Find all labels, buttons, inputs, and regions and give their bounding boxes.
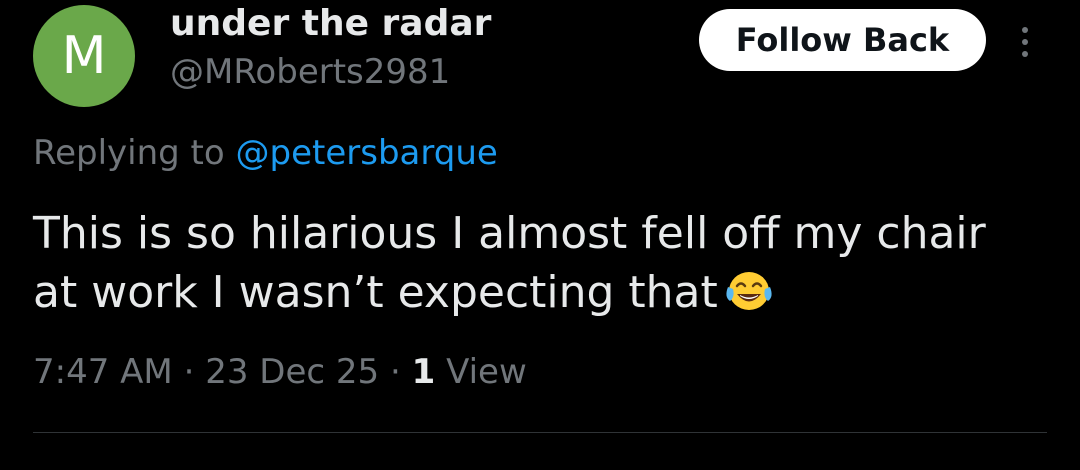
tweet-detail: M under the radar @MRoberts2981 Follow B…: [0, 0, 1080, 470]
tweet-time[interactable]: 7:47 AM: [33, 352, 173, 392]
avatar[interactable]: M: [33, 5, 135, 107]
display-name[interactable]: under the radar: [170, 3, 491, 44]
face-with-tears-of-joy-icon: [726, 272, 772, 310]
tweet-body: This is so hilarious I almost fell off m…: [33, 204, 1043, 322]
follow-back-button[interactable]: Follow Back: [699, 9, 986, 71]
replying-to-label: Replying to: [33, 133, 225, 173]
more-dot: [1022, 39, 1028, 45]
tweet-meta: 7:47 AM · 23 Dec 25 · 1 View: [33, 352, 527, 392]
tweet-date[interactable]: 23 Dec 25: [205, 352, 379, 392]
divider: [33, 432, 1047, 433]
more-dot: [1022, 51, 1028, 57]
user-handle[interactable]: @MRoberts2981: [170, 52, 450, 92]
replying-to: Replying to @petersbarque: [33, 133, 498, 173]
tweet-text: This is so hilarious I almost fell off m…: [33, 208, 986, 318]
more-vertical-icon[interactable]: [1010, 20, 1040, 64]
view-count: 1: [411, 352, 436, 392]
meta-separator: ·: [183, 352, 195, 392]
meta-separator: ·: [389, 352, 401, 392]
more-dot: [1022, 27, 1028, 33]
avatar-letter: M: [61, 26, 107, 86]
view-label: View: [446, 352, 527, 392]
reply-mention-link[interactable]: @petersbarque: [236, 133, 498, 173]
